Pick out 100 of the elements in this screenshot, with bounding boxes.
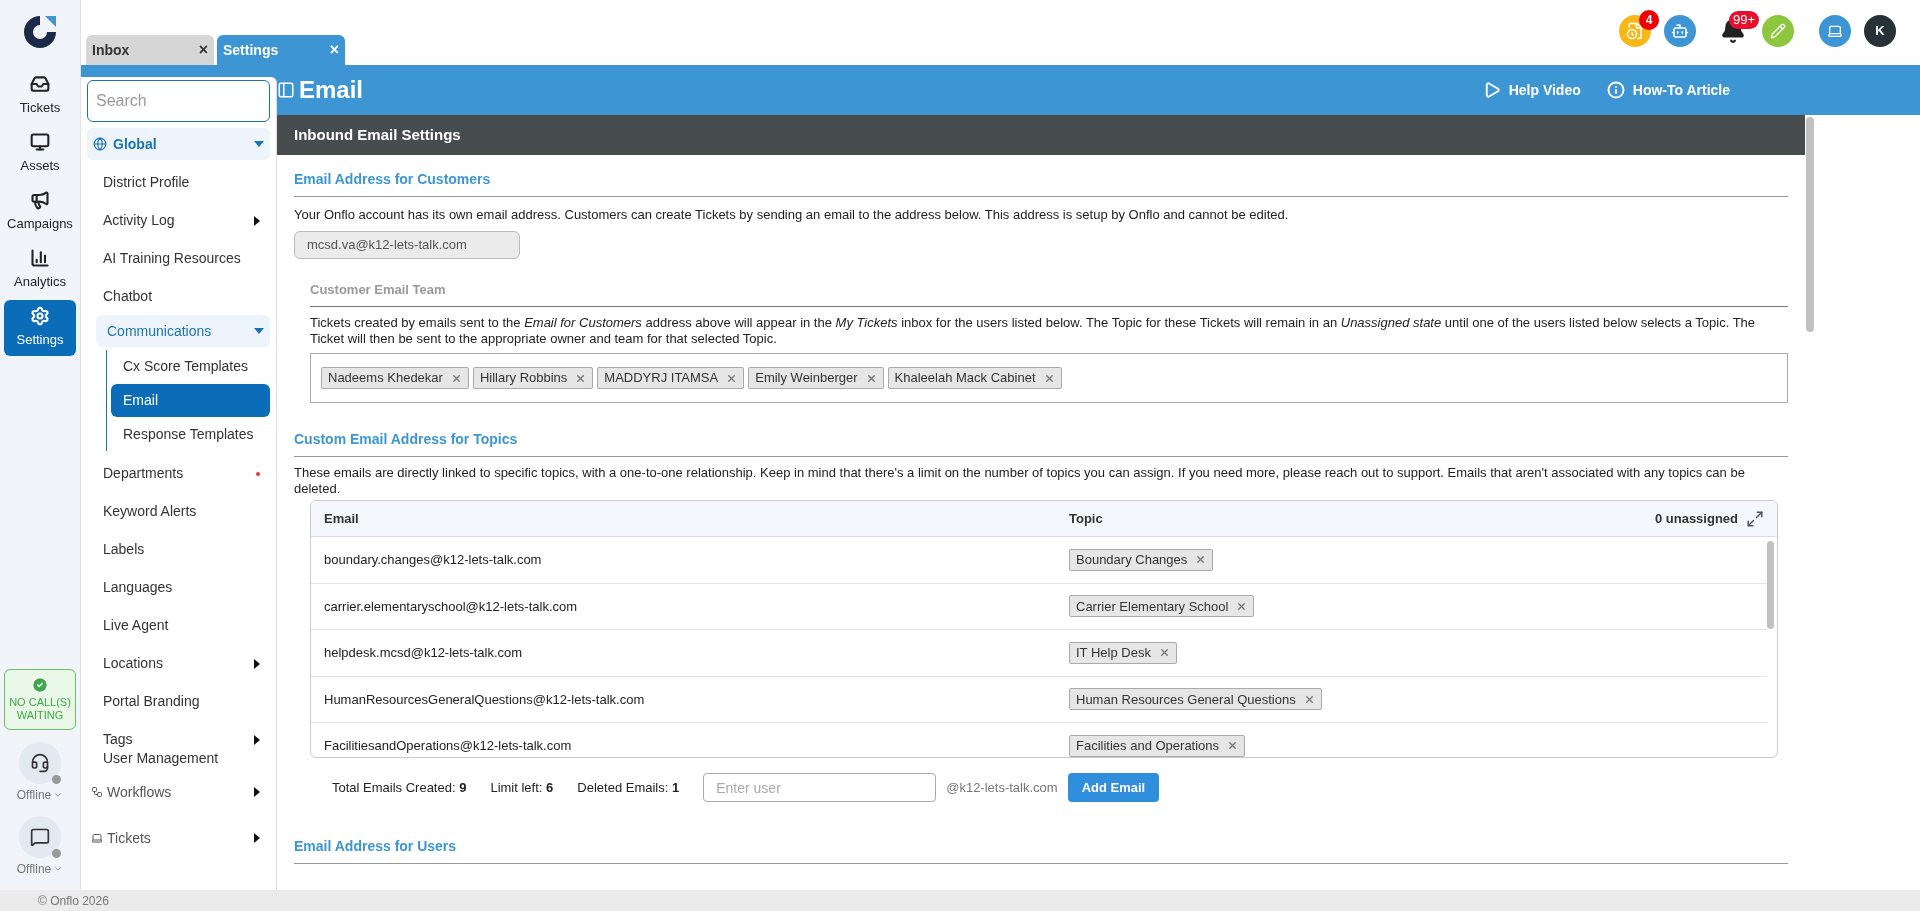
search-field[interactable]: Search (87, 80, 270, 122)
nav-item[interactable]: Departments (103, 463, 184, 484)
remove-icon[interactable] (575, 372, 587, 384)
chip-label: Human Resources General Questions (1076, 690, 1296, 709)
stat-text: Limit left: 6 (490, 778, 554, 797)
tasks-button[interactable] (1619, 15, 1651, 47)
remove-icon[interactable] (1195, 554, 1207, 566)
email-cell-text: HumanResourcesGeneralQuestions@k12-lets-talk.com (324, 690, 646, 709)
remove-icon[interactable] (1236, 600, 1248, 612)
nav-item[interactable]: Portal Branding (103, 691, 200, 712)
nav-section[interactable]: Workflows (107, 781, 172, 803)
nav-item[interactable]: Live Agent (103, 615, 169, 636)
stat-text: Deleted Emails: 1 (577, 778, 680, 797)
caret-icon[interactable] (53, 790, 64, 800)
remove-icon[interactable] (450, 372, 462, 384)
description: Your Onflo account has its own email address. Customers can create Tickets by sending an email to the address below. This address is setup by Onflo and cannot be edited. (294, 206, 1290, 224)
presence-status[interactable]: Offline (16, 786, 52, 804)
subsection-heading: Customer Email Team (310, 274, 1788, 307)
nav-section[interactable]: Tickets (107, 827, 151, 849)
nav-item[interactable]: AI Training Resources (103, 248, 241, 269)
caret-icon[interactable] (53, 864, 64, 874)
user-input[interactable]: Enter user (703, 773, 937, 802)
submenu-arrow-icon (254, 787, 260, 797)
nav-group-label: Global (113, 134, 157, 154)
laptop-icon (91, 832, 103, 844)
email-cell-text: carrier.elementaryschool@k12-lets-talk.com (324, 597, 579, 616)
remove-icon[interactable] (1158, 647, 1170, 659)
info-icon (1606, 81, 1625, 99)
nav-group-header[interactable]: Communications (96, 315, 270, 347)
pencil-icon (1770, 23, 1786, 39)
section-header: Inbound Email Settings (277, 115, 1805, 155)
chip-label: Carrier Elementary School (1076, 597, 1229, 616)
rail-nav-item[interactable]: Tickets (4, 68, 76, 124)
description: Tickets created by emails sent to the Email for Customers address above will appear in the My Tickets inbox for the users listed below. The Topic for these Tickets will remain in an Unassigned state until one of the users listed below selects a Topic. The Ticket will then be sent to the appropriate owner and team for that selected Topic. (310, 315, 1757, 347)
chip-label: Emily Weinberger (755, 369, 858, 388)
chat-avatar[interactable] (19, 816, 61, 858)
tab-label: Inbox (92, 40, 130, 60)
presence-status[interactable]: Offline (16, 860, 52, 878)
nav-item[interactable]: Locations (103, 653, 163, 674)
nav-item[interactable]: Chatbot (103, 286, 153, 307)
remove-icon[interactable] (865, 372, 877, 384)
nav-item[interactable]: User Management (103, 748, 219, 769)
description: These emails are directly linked to specific topics, with a one-to-one relationship. Keep in mind that there's a limit on the number of topics you can assign. If you need more, please reach out to support. Emails that aren't associated with any topics can be deleted. (294, 465, 1746, 497)
nav-item[interactable]: Tags (103, 729, 133, 750)
rail-nav-item[interactable]: Analytics (4, 242, 76, 298)
gear-icon (30, 306, 50, 327)
document-clock-icon (1626, 22, 1644, 40)
remove-icon[interactable] (1303, 693, 1315, 705)
nav-item[interactable]: Labels (103, 539, 145, 560)
scrollbar-thumb[interactable] (1806, 117, 1814, 332)
submenu-arrow-icon (254, 658, 260, 669)
submenu-arrow-icon (254, 833, 260, 843)
members-field[interactable]: Nadeems Khedekar Hillary Robbins MADDYRJ ITAMSA Emily Weinberger Khaleelah Mack Cabinet (310, 353, 1788, 403)
tab-label: Settings (223, 40, 279, 60)
robot-icon (1671, 22, 1689, 40)
section-heading: Custom Email Address for Topics (294, 429, 1788, 457)
nav-item[interactable]: Cx Score Templates (111, 350, 270, 383)
collapse-icon[interactable] (277, 81, 295, 99)
rail-nav-item[interactable]: Settings (4, 300, 76, 356)
agent-avatar[interactable] (19, 742, 61, 784)
nav-item[interactable]: Languages (103, 577, 173, 598)
unassigned-count: 0 unassigned (1654, 509, 1738, 528)
email-cell-text: boundary.changes@k12-lets-talk.com (324, 551, 543, 569)
copyright: © Onflo 2026 (38, 892, 109, 910)
edit-button[interactable] (1762, 15, 1794, 47)
notification-badge: 4 (1639, 10, 1659, 30)
caret-icon (254, 328, 264, 334)
email-cell-text: helpdesk.mcsd@k12-lets-talk.com (324, 644, 524, 662)
bar-chart-icon (30, 248, 50, 269)
scrollbar-thumb[interactable] (1767, 541, 1774, 629)
address-field: mcsd.va@k12-lets-talk.com (294, 230, 520, 259)
user-avatar[interactable]: K (1864, 15, 1896, 47)
remove-icon[interactable] (1227, 740, 1239, 752)
domain-text: @k12-lets-talk.com (946, 778, 1058, 797)
rail-nav-item[interactable]: Assets (4, 126, 76, 182)
nav-item[interactable]: Activity Log (103, 210, 175, 231)
chip-label: Khaleelah Mack Cabinet (894, 369, 1036, 388)
expand-icon[interactable] (1746, 509, 1764, 528)
nav-item[interactable]: Keyword Alerts (103, 501, 197, 522)
megaphone-icon (30, 190, 50, 211)
chip-label: IT Help Desk (1076, 644, 1151, 662)
chat-icon (30, 827, 50, 847)
remove-icon[interactable] (1043, 372, 1055, 384)
call-status-text: NO CALL(S) WAITING (8, 695, 72, 723)
inbox-icon (30, 74, 50, 95)
nav-item[interactable]: Response Templates (111, 418, 270, 451)
laptop-icon (1827, 23, 1843, 39)
rail-nav-item[interactable]: Campaigns (4, 184, 76, 240)
nav-group-header[interactable]: Global (87, 128, 270, 160)
submenu-arrow-icon (254, 215, 260, 226)
bot-button[interactable] (1664, 15, 1696, 47)
nav-item[interactable]: District Profile (103, 172, 190, 193)
accessibility-button[interactable] (1819, 15, 1851, 47)
tab-close[interactable]: × (198, 38, 208, 62)
chip-label: Hillary Robbins (479, 369, 568, 388)
remove-icon[interactable] (726, 372, 738, 384)
nav-item[interactable]: Email (111, 384, 270, 417)
monitor-icon (30, 132, 50, 153)
check-icon (31, 675, 49, 694)
tab[interactable]: Inbox × (86, 35, 214, 65)
